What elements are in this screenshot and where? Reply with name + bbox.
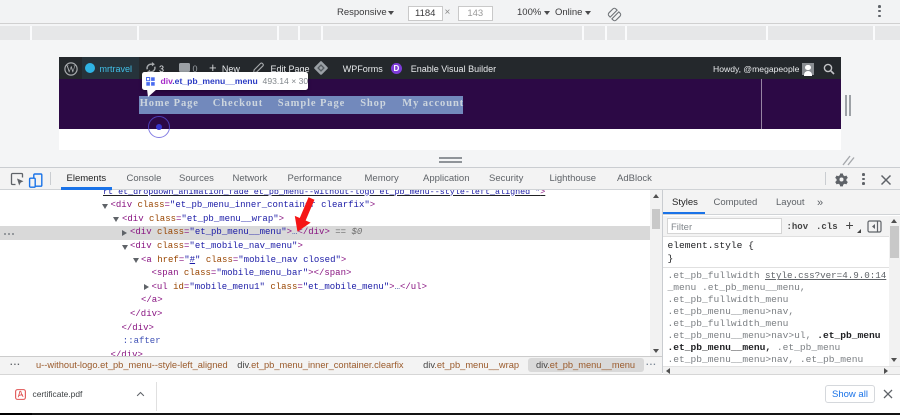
svg-text:W: W	[66, 64, 76, 75]
